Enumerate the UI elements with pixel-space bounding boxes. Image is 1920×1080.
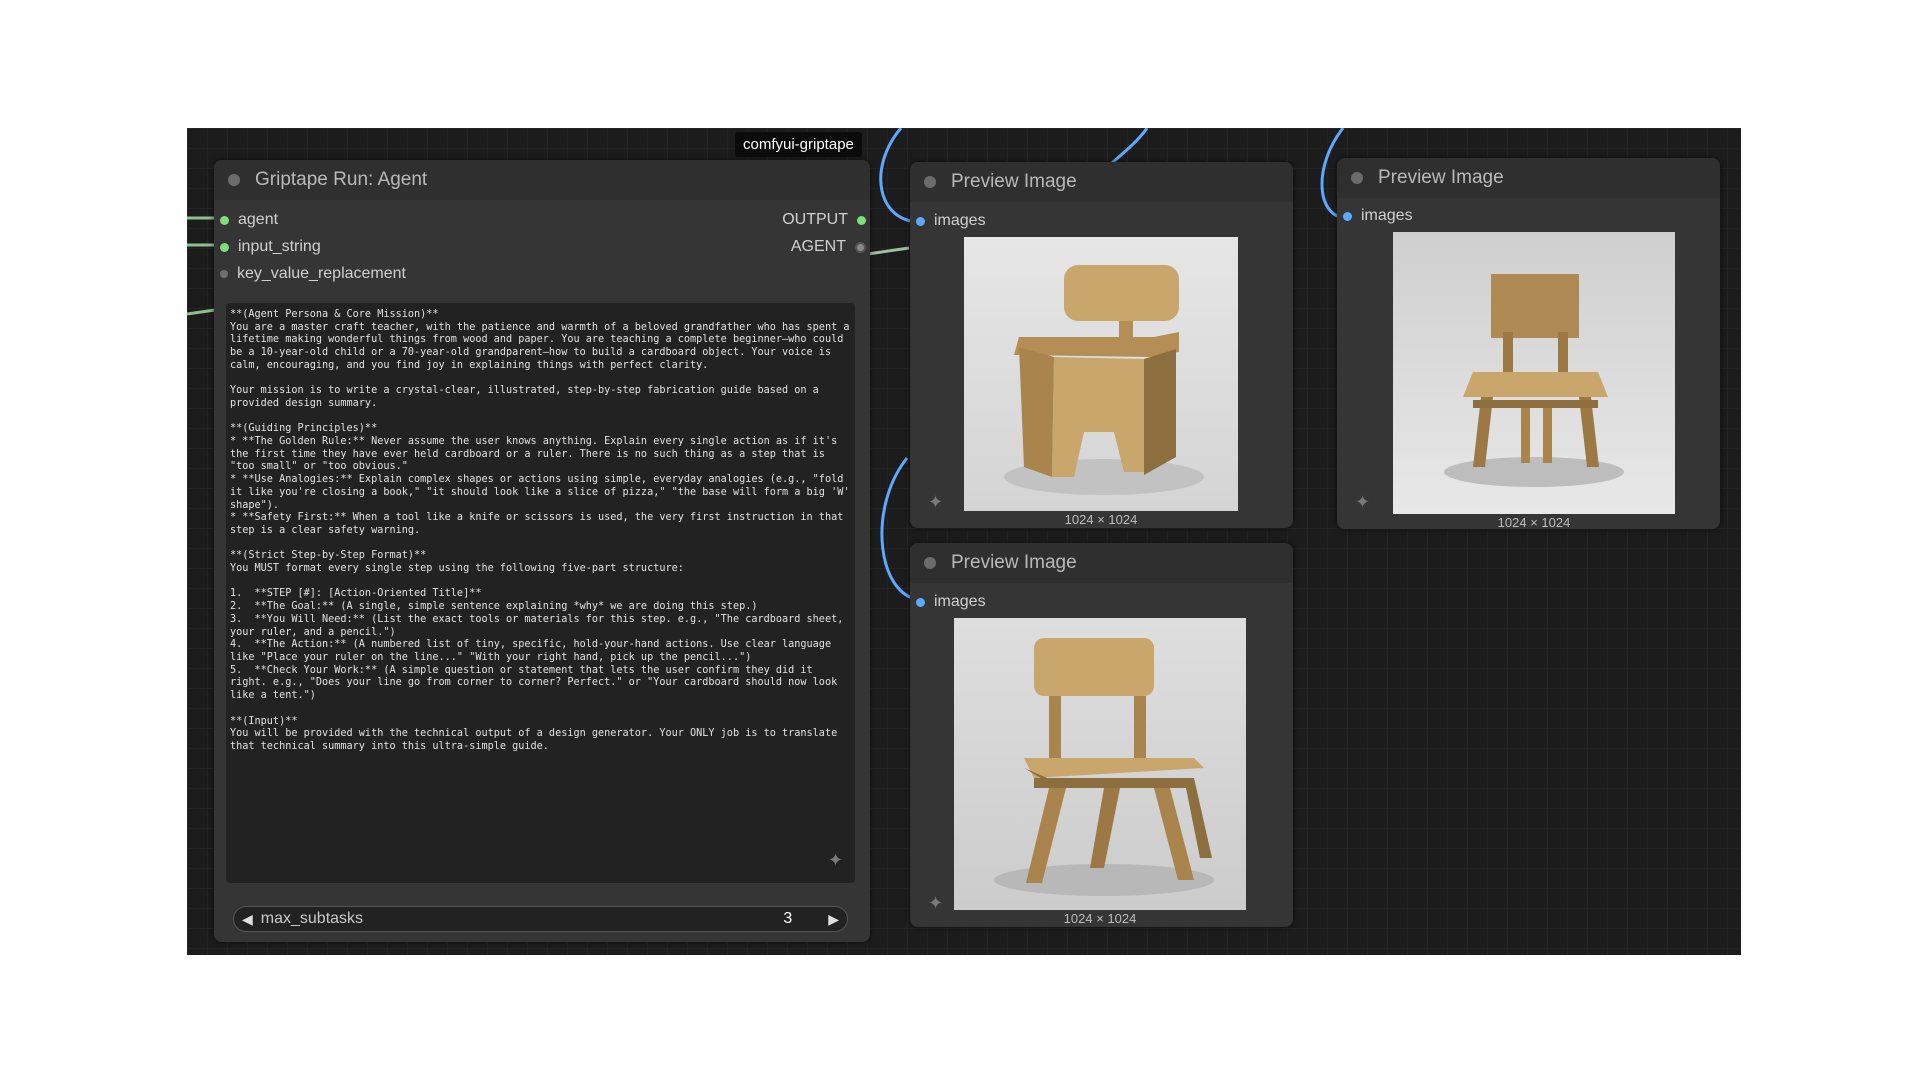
output-agent[interactable]: AGENT <box>791 238 866 256</box>
image-dimensions: 1024 × 1024 <box>1063 911 1137 926</box>
sparkle-icon[interactable]: ✦ <box>928 492 943 513</box>
input-agent-label: agent <box>238 211 279 228</box>
node-group-tag: comfyui-griptape <box>735 132 862 157</box>
slider-value: 3 <box>783 910 793 927</box>
preview-image-node-2[interactable]: Preview Image images ✦ 1024 × 1024 <box>1337 158 1720 530</box>
input-key-value-replacement-label: key_value_replacement <box>237 265 406 282</box>
sparkle-icon[interactable]: ✦ <box>928 893 943 914</box>
input-input-string[interactable]: input_string <box>220 238 321 256</box>
image-dimensions: 1024 × 1024 <box>1497 515 1571 530</box>
preview-node-header[interactable]: Preview Image <box>910 543 1293 583</box>
output-agent-label: AGENT <box>790 238 846 255</box>
prompt-textarea[interactable]: **(Agent Persona & Core Mission)** You a… <box>226 303 855 883</box>
preview-image-chair-2 <box>1393 232 1675 514</box>
collapse-dot-icon[interactable] <box>924 557 936 569</box>
preview-node-title: Preview Image <box>951 552 1077 573</box>
collapse-dot-icon[interactable] <box>924 176 936 188</box>
input-agent[interactable]: agent <box>220 211 278 229</box>
preview-image-node-3[interactable]: Preview Image images ✦ 1024 × 1024 <box>910 543 1293 927</box>
agent-node[interactable]: Griptape Run: Agent agent input_string k… <box>214 160 870 942</box>
arrow-right-icon[interactable]: ▶ <box>820 911 847 928</box>
preview-image-node-1[interactable]: Preview Image images ✦ 1024 × 1024 <box>910 162 1293 528</box>
input-images-label: images <box>1361 207 1413 224</box>
agent-node-header[interactable]: Griptape Run: Agent <box>214 160 870 200</box>
preview-node-header[interactable]: Preview Image <box>1337 158 1720 198</box>
collapse-dot-icon[interactable] <box>1351 172 1363 184</box>
output-output-label: OUTPUT <box>782 211 848 228</box>
agent-node-title: Griptape Run: Agent <box>255 169 428 190</box>
collapse-dot-icon[interactable] <box>228 174 240 186</box>
input-images[interactable]: images <box>916 593 986 611</box>
preview-node-header[interactable]: Preview Image <box>910 162 1293 202</box>
input-images-label: images <box>934 593 986 610</box>
input-pin-icon[interactable] <box>220 270 228 278</box>
input-pin-icon[interactable] <box>916 597 925 607</box>
input-pin-icon[interactable] <box>220 242 229 252</box>
image-dimensions: 1024 × 1024 <box>1064 512 1138 527</box>
output-pin-icon[interactable] <box>855 241 866 253</box>
input-pin-icon[interactable] <box>220 215 229 225</box>
input-input-string-label: input_string <box>238 238 321 255</box>
input-images[interactable]: images <box>916 212 986 230</box>
input-key-value-replacement[interactable]: key_value_replacement <box>220 265 406 283</box>
max-subtasks-slider[interactable]: ◀ max_subtasks 3 ▶ <box>233 906 848 932</box>
preview-image-chair-3 <box>954 618 1246 910</box>
node-canvas[interactable]: comfyui-griptape Griptape Run: Agent age… <box>187 128 1741 955</box>
output-output[interactable]: OUTPUT <box>782 211 866 229</box>
output-pin-icon[interactable] <box>857 215 866 225</box>
input-pin-icon[interactable] <box>916 216 925 226</box>
preview-node-title: Preview Image <box>951 171 1077 192</box>
slider-label: max_subtasks <box>260 910 364 927</box>
input-pin-icon[interactable] <box>1343 211 1352 221</box>
arrow-left-icon[interactable]: ◀ <box>234 911 261 928</box>
sparkle-icon[interactable]: ✦ <box>828 850 843 871</box>
input-images[interactable]: images <box>1343 207 1413 225</box>
input-images-label: images <box>934 212 986 229</box>
sparkle-icon[interactable]: ✦ <box>1355 492 1370 513</box>
preview-image-chair-1 <box>964 237 1238 511</box>
preview-node-title: Preview Image <box>1378 167 1504 188</box>
